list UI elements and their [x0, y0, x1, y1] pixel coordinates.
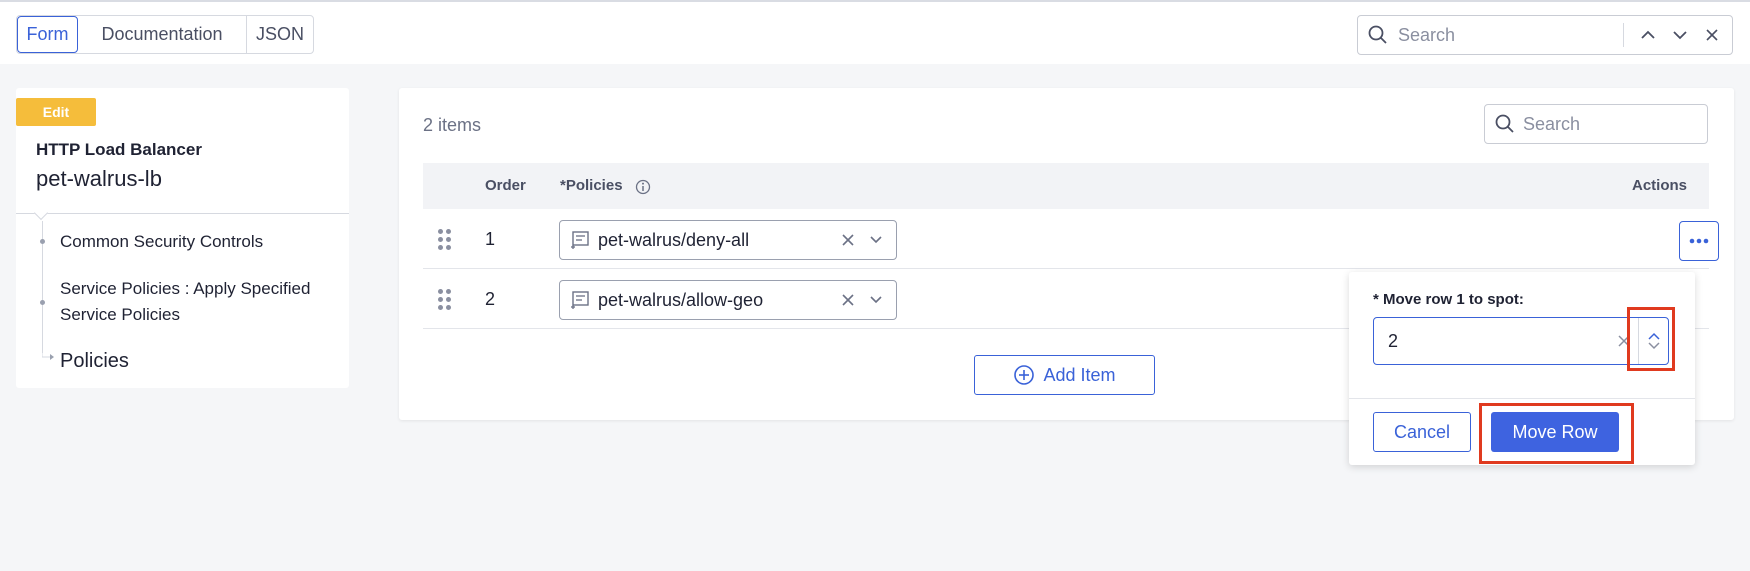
move-row-spot-input[interactable]: 2: [1373, 317, 1669, 365]
object-type: HTTP Load Balancer: [36, 140, 202, 159]
policy-icon: [571, 291, 589, 309]
highlight-box-move-row: [1479, 403, 1634, 464]
top-search-input[interactable]: Search: [1357, 15, 1733, 55]
policy-select[interactable]: pet-walrus/allow-geo: [559, 280, 897, 320]
divider-notch: [33, 205, 49, 221]
search-icon: [1495, 114, 1515, 134]
drag-handle-icon[interactable]: [438, 229, 452, 251]
more-icon: [1689, 238, 1709, 244]
policy-select[interactable]: pet-walrus/deny-all: [559, 220, 897, 260]
divider: [16, 213, 349, 214]
highlight-box-stepper: [1627, 307, 1675, 371]
top-search-placeholder: Search: [1398, 24, 1456, 45]
move-row-label: * Move row 1 to spot:: [1373, 291, 1524, 308]
table-header: Order *Policies Actions: [423, 163, 1709, 209]
column-header-order: Order: [485, 177, 526, 194]
table-row: 1 pet-walrus/deny-all: [423, 209, 1719, 269]
move-row-spot-value: 2: [1388, 330, 1399, 351]
tree-dot: [40, 239, 45, 244]
clear-icon[interactable]: [834, 226, 862, 254]
policy-value: pet-walrus/deny-all: [598, 229, 750, 250]
view-mode-tabs: Form Documentation JSON: [16, 15, 314, 54]
object-summary-card: Edit HTTP Load Balancer pet-walrus-lb Co…: [16, 88, 349, 388]
close-icon[interactable]: [1696, 19, 1728, 51]
top-bar: Form Documentation JSON Search: [0, 0, 1750, 64]
chevron-up-icon[interactable]: [1632, 19, 1664, 51]
tab-documentation[interactable]: Documentation: [78, 16, 247, 53]
plus-circle-icon: [1014, 365, 1035, 385]
column-header-actions: Actions: [1632, 177, 1688, 194]
tree-item-common-security-controls[interactable]: Common Security Controls: [60, 229, 263, 255]
popover-divider: [1349, 398, 1695, 399]
tree-item-service-policies[interactable]: Service Policies : Apply Specified Servi…: [60, 276, 350, 328]
tree-dot: [40, 300, 45, 305]
row-order: 2: [485, 289, 496, 309]
tree-arrow-icon: [42, 350, 54, 360]
chevron-down-icon[interactable]: [862, 286, 890, 314]
drag-handle-icon[interactable]: [438, 289, 452, 311]
cancel-button[interactable]: Cancel: [1373, 412, 1471, 452]
policy-icon: [571, 231, 589, 249]
chevron-down-icon[interactable]: [862, 226, 890, 254]
search-divider: [1623, 23, 1624, 47]
info-icon[interactable]: [635, 179, 651, 195]
table-search-input[interactable]: Search: [1484, 104, 1708, 144]
chevron-down-icon[interactable]: [1664, 19, 1696, 51]
add-item-button[interactable]: Add Item: [974, 355, 1155, 395]
policy-value: pet-walrus/allow-geo: [598, 289, 764, 310]
item-count: 2 items: [423, 115, 482, 135]
column-header-policies: *Policies: [560, 177, 623, 194]
tab-form[interactable]: Form: [17, 16, 78, 53]
row-actions-button[interactable]: [1679, 221, 1719, 261]
table-search-placeholder: Search: [1523, 113, 1581, 134]
tab-json[interactable]: JSON: [247, 16, 313, 53]
required-marker: *: [1373, 291, 1379, 308]
search-icon: [1368, 25, 1388, 45]
tree-item-policies[interactable]: Policies: [60, 348, 129, 374]
clear-icon[interactable]: [834, 286, 862, 314]
move-row-label-text: Move row 1 to spot:: [1383, 291, 1524, 308]
add-item-label: Add Item: [1043, 364, 1116, 385]
object-name: pet-walrus-lb: [36, 166, 162, 191]
row-order: 1: [485, 229, 496, 249]
edit-badge: Edit: [16, 98, 96, 126]
